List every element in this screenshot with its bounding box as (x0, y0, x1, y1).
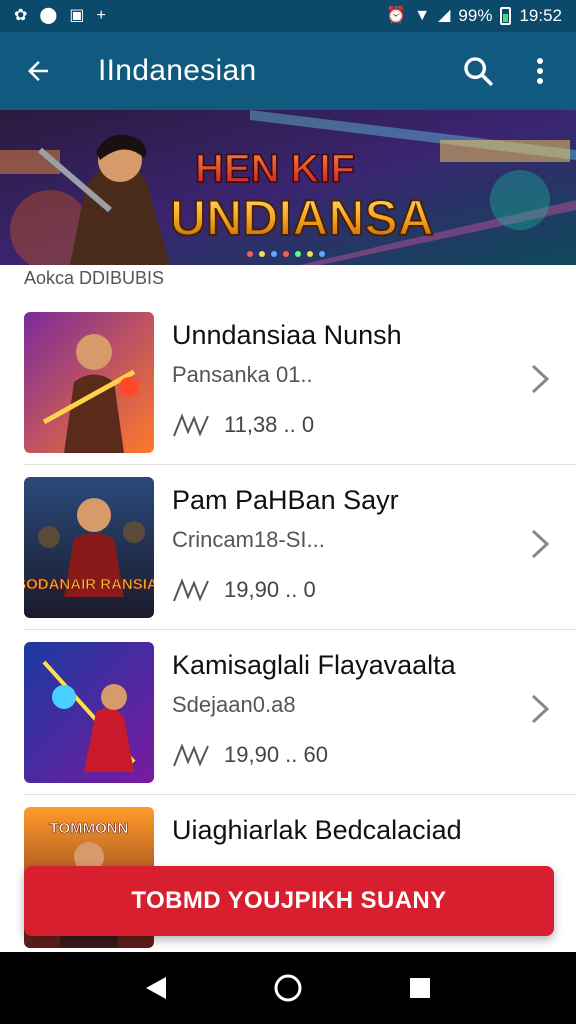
game-thumbnail (24, 312, 154, 453)
more-vert-icon (537, 58, 543, 84)
chevron-right-icon (531, 364, 550, 394)
page-title: IIndanesian (98, 54, 257, 87)
game-thumbnail (24, 642, 154, 783)
square-recents-icon (410, 978, 430, 998)
banner-artwork: HEN KIF UNDIANSA (0, 110, 576, 265)
game-subtitle: Sdejaan0.a8 (172, 692, 296, 717)
alarm-icon: ⏰ (386, 7, 407, 24)
nav-recents-button[interactable] (398, 966, 442, 1010)
thumbnail-text: TOMMONN (50, 820, 129, 837)
app-bar: IIndanesian (0, 32, 576, 110)
primary-action-button[interactable]: TOBMD YOUJPIKH SUANY (24, 866, 554, 936)
thumbnail-text: SODANAIR RANSIAI (24, 576, 154, 593)
game-stats: 11,38 .. 0 (224, 412, 315, 437)
players-icon (173, 578, 209, 602)
game-title: Unndansiaa Nunsh (172, 320, 402, 350)
circle-home-icon (274, 974, 302, 1002)
game-thumbnail: SODANAIR RANSIAI (24, 477, 154, 618)
battery-percent: 99% (458, 6, 493, 25)
search-icon (464, 57, 493, 86)
list-item[interactable]: Unndansiaa Nunsh Pansanka 01.. 11,38 .. … (24, 300, 576, 465)
plus-icon: + (96, 7, 106, 24)
location-icon: ⬤ (39, 7, 58, 24)
players-icon (173, 743, 209, 767)
battery-icon (500, 7, 512, 25)
back-arrow-icon (28, 61, 48, 81)
search-button[interactable] (458, 51, 498, 91)
more-options-button[interactable] (520, 51, 560, 91)
game-title: Uiaghiarlak Bedcalaciad (172, 815, 462, 845)
list-item[interactable]: Kamisaglali Flayavaalta Sdejaan0.a8 19,9… (24, 630, 576, 795)
game-title: Pam PaHBan Sayr (172, 485, 399, 515)
app-notification-icon: ✿ (14, 7, 28, 24)
banner-title-main: UNDIANSA (170, 190, 434, 246)
featured-banner[interactable]: HEN KIF UNDIANSA (0, 110, 576, 265)
section-label: Aokca DDIBUBIS (24, 268, 165, 288)
nav-home-button[interactable] (266, 966, 310, 1010)
chevron-right-icon (531, 694, 550, 724)
signal-icon: ◢ (438, 7, 451, 24)
game-stats: 19,90 .. 0 (224, 577, 316, 602)
back-button[interactable] (16, 49, 60, 93)
triangle-back-icon (146, 977, 166, 999)
system-navigation-bar (0, 952, 576, 1024)
game-subtitle: Crincam18-SI... (172, 527, 325, 552)
nav-back-button[interactable] (134, 966, 178, 1010)
game-meta: 19,90 .. 0 (172, 577, 316, 603)
game-subtitle: Pansanka 01.. (172, 362, 313, 387)
players-icon (173, 413, 209, 437)
game-title: Kamisaglali Flayavaalta (172, 650, 456, 680)
image-icon: ▣ (69, 7, 85, 24)
list-item[interactable]: SODANAIR RANSIAI Pam PaHBan Sayr Crincam… (24, 465, 576, 630)
clock: 19:52 (519, 6, 562, 25)
game-meta: 19,90 .. 60 (172, 742, 328, 768)
status-bar: ✿ ⬤ ▣ + ⏰ ▼ ◢ 99% 19:52 (0, 0, 576, 32)
game-stats: 19,90 .. 60 (224, 742, 328, 767)
game-list: Unndansiaa Nunsh Pansanka 01.. 11,38 .. … (0, 300, 576, 960)
banner-title-top: HEN KIF (195, 147, 355, 191)
chevron-right-icon (531, 529, 550, 559)
game-meta: 11,38 .. 0 (172, 412, 314, 438)
wifi-icon: ▼ (414, 7, 431, 24)
